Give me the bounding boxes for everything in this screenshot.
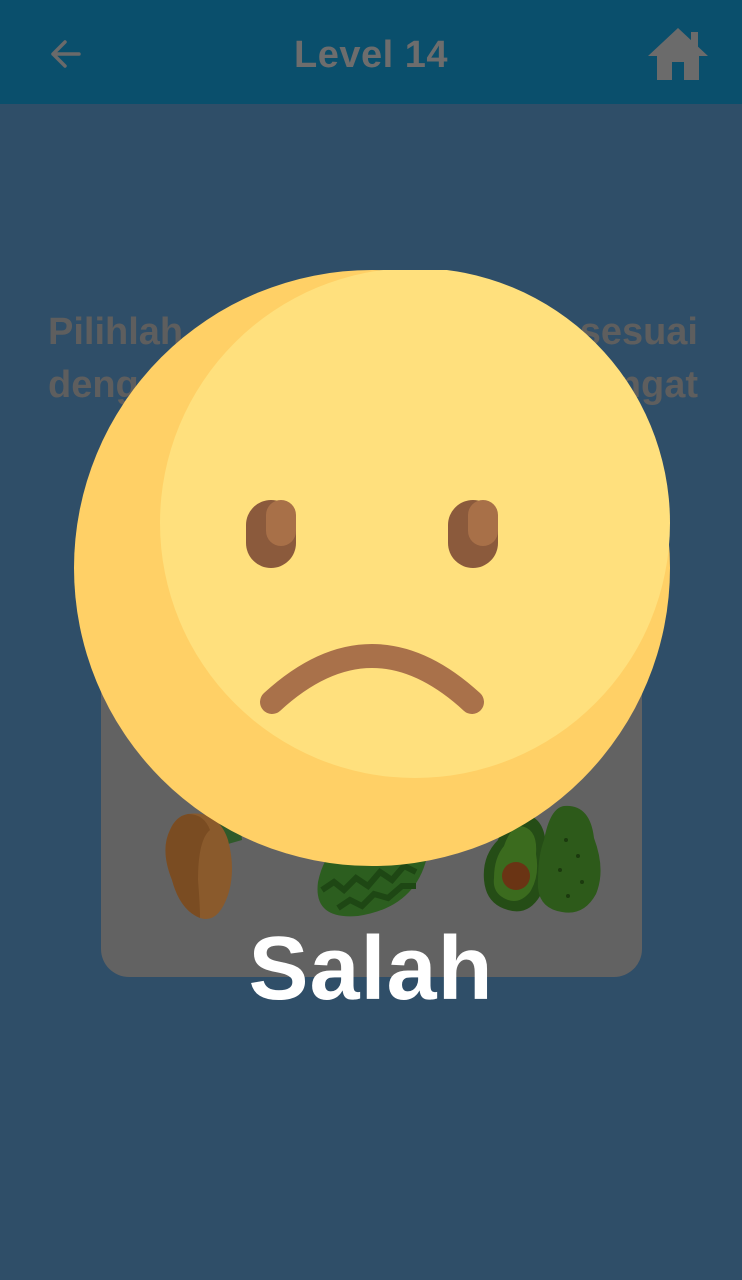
feedback-overlay[interactable]: Salah: [0, 0, 742, 1280]
app-screen: Level 14 Pilihlah sesuai deng ngat Salah: [0, 0, 742, 1280]
sad-face-icon: [74, 270, 670, 866]
result-label: Salah: [248, 919, 494, 1019]
